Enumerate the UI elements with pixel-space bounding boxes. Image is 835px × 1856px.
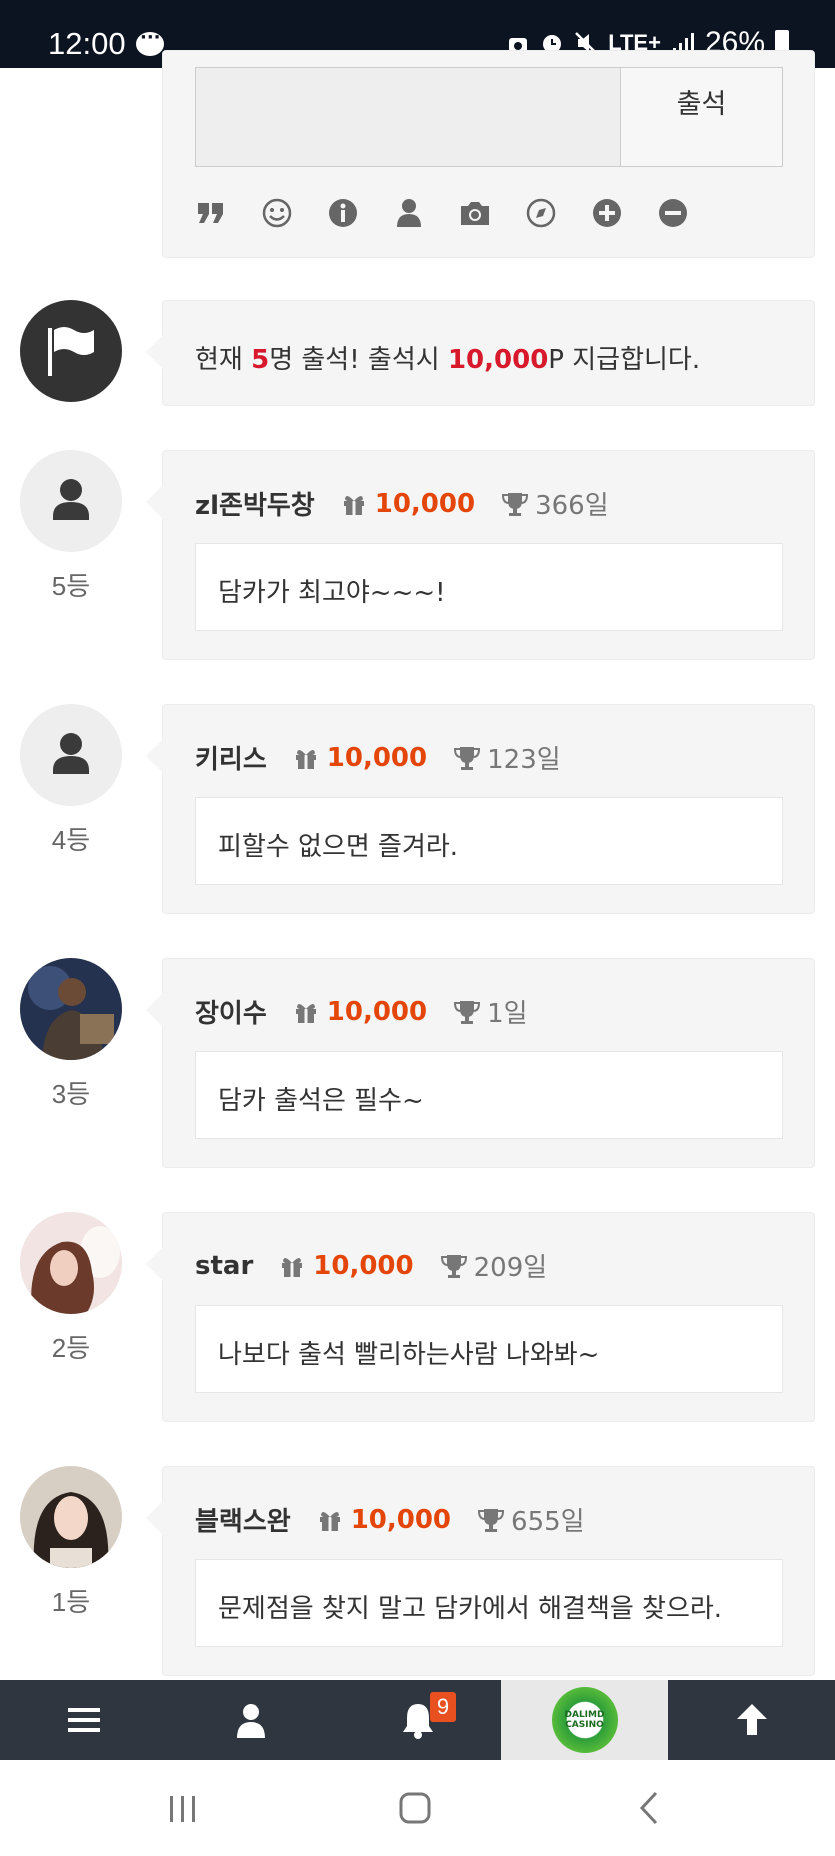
menu-icon (67, 1708, 100, 1732)
user-icon[interactable] (393, 193, 459, 233)
points-value: 10,000 (326, 742, 428, 773)
compass-icon[interactable] (525, 193, 591, 233)
editor-toolbar (195, 193, 723, 233)
home-logo-button[interactable]: DALIMD CASINO (501, 1680, 668, 1760)
entry-header: zl존박두창 10,000 366일 (195, 485, 609, 522)
attendance-submit-button[interactable]: 출석 (620, 67, 783, 167)
notification-badge: 9 (430, 1692, 456, 1722)
rank-label: 3등 (51, 1079, 91, 1109)
smile-icon[interactable] (261, 193, 327, 233)
arrow-up-icon (736, 1704, 767, 1735)
attendance-message: 나보다 출석 빨리하는사람 나와봐~ (195, 1305, 783, 1393)
entry-header: star 10,000 209일 (195, 1247, 547, 1284)
days-count: 366일 (535, 491, 609, 521)
home-icon (399, 1792, 431, 1824)
user-avatar[interactable] (20, 704, 122, 806)
info-icon[interactable] (327, 193, 393, 233)
user-avatar[interactable] (20, 958, 122, 1060)
entry-header: 장이수 10,000 1일 (195, 993, 528, 1030)
username[interactable]: star (195, 1251, 253, 1281)
minus-circle-icon[interactable] (657, 193, 723, 233)
gift-icon (343, 495, 364, 515)
days-count: 209일 (473, 1253, 548, 1283)
announcement-text: 현재 5명 출석! 출석시 10,000P 지급합니다. (195, 345, 701, 375)
points-value: 10,000 (350, 1504, 452, 1535)
points-value: 10,000 (326, 996, 428, 1027)
attendance-points: 10,000 (447, 345, 549, 375)
username[interactable]: 장이수 (195, 993, 267, 1030)
username[interactable]: 키리스 (195, 739, 267, 776)
gift-icon (319, 1511, 340, 1531)
rank-label: 5등 (51, 571, 91, 601)
attendance-message: 피할수 없으면 즐겨라. (195, 797, 783, 885)
days-count: 655일 (511, 1507, 585, 1537)
user-avatar[interactable] (20, 1212, 122, 1314)
username[interactable]: zl존박두창 (195, 485, 315, 522)
menu-button[interactable] (0, 1680, 167, 1760)
recent-apps-button[interactable] (152, 1782, 212, 1834)
entry-header: 블랙스완 10,000 655일 (195, 1501, 585, 1538)
flag-icon (48, 327, 94, 376)
attendance-entry: 장이수 10,000 1일담카 출석은 필수~ (146, 958, 815, 1168)
attendance-message: 담카가 최고야~~~! (195, 543, 783, 631)
notifications-button[interactable]: 9 (334, 1680, 501, 1760)
rank-label: 1등 (51, 1587, 91, 1617)
flag-avatar (20, 300, 122, 402)
trophy-icon (502, 492, 529, 516)
trophy-icon (454, 1000, 481, 1024)
comment-editor: 출석 (162, 50, 815, 258)
trophy-icon (478, 1508, 505, 1532)
trophy-icon (454, 746, 481, 770)
system-nav-bar (0, 1760, 835, 1856)
profile-button[interactable] (167, 1680, 334, 1760)
points-value: 10,000 (313, 1250, 414, 1281)
trophy-icon (440, 1254, 467, 1278)
username[interactable]: 블랙스완 (195, 1501, 291, 1538)
attendance-entry: 블랙스완 10,000 655일문제점을 찾지 말고 담카에서 해결책을 찾으라. (146, 1466, 815, 1676)
bottom-nav: 9 DALIMD CASINO (0, 1680, 835, 1760)
home-button[interactable] (385, 1782, 445, 1834)
rank-label: 2등 (51, 1333, 91, 1363)
recent-apps-icon (170, 1796, 195, 1822)
chat-icon (136, 27, 164, 56)
user-icon (236, 1704, 265, 1738)
status-time: 12:00 (48, 26, 126, 61)
scroll-top-button[interactable] (668, 1680, 835, 1760)
attendance-entry: star 10,000 209일나보다 출석 빨리하는사람 나와봐~ (146, 1212, 815, 1422)
gift-icon (295, 749, 316, 769)
quote-icon[interactable] (195, 193, 261, 233)
attendance-entry: 키리스 10,000 123일피할수 없으면 즐겨라. (146, 704, 815, 914)
plus-circle-icon[interactable] (591, 193, 657, 233)
camera-icon[interactable] (459, 193, 525, 233)
gift-icon (282, 1257, 303, 1277)
gift-icon (295, 1003, 316, 1023)
attendance-message: 담카 출석은 필수~ (195, 1051, 783, 1139)
back-icon (639, 1791, 658, 1825)
rank-label: 4등 (51, 825, 91, 855)
back-button[interactable] (620, 1782, 680, 1834)
entry-header: 키리스 10,000 123일 (195, 739, 561, 776)
attendance-entry: zl존박두창 10,000 366일담카가 최고야~~~! (146, 450, 815, 660)
comment-textarea[interactable] (195, 67, 620, 167)
attendance-count: 5 (251, 345, 270, 375)
user-avatar[interactable] (20, 1466, 122, 1568)
attendance-announcement: 현재 5명 출석! 출석시 10,000P 지급합니다. (146, 300, 815, 406)
attendance-message: 문제점을 찾지 말고 담카에서 해결책을 찾으라. (195, 1559, 783, 1647)
days-count: 123일 (487, 745, 561, 775)
points-value: 10,000 (374, 488, 476, 519)
user-avatar[interactable] (20, 450, 122, 552)
site-logo: DALIMD CASINO (551, 1687, 618, 1753)
days-count: 1일 (487, 999, 528, 1029)
